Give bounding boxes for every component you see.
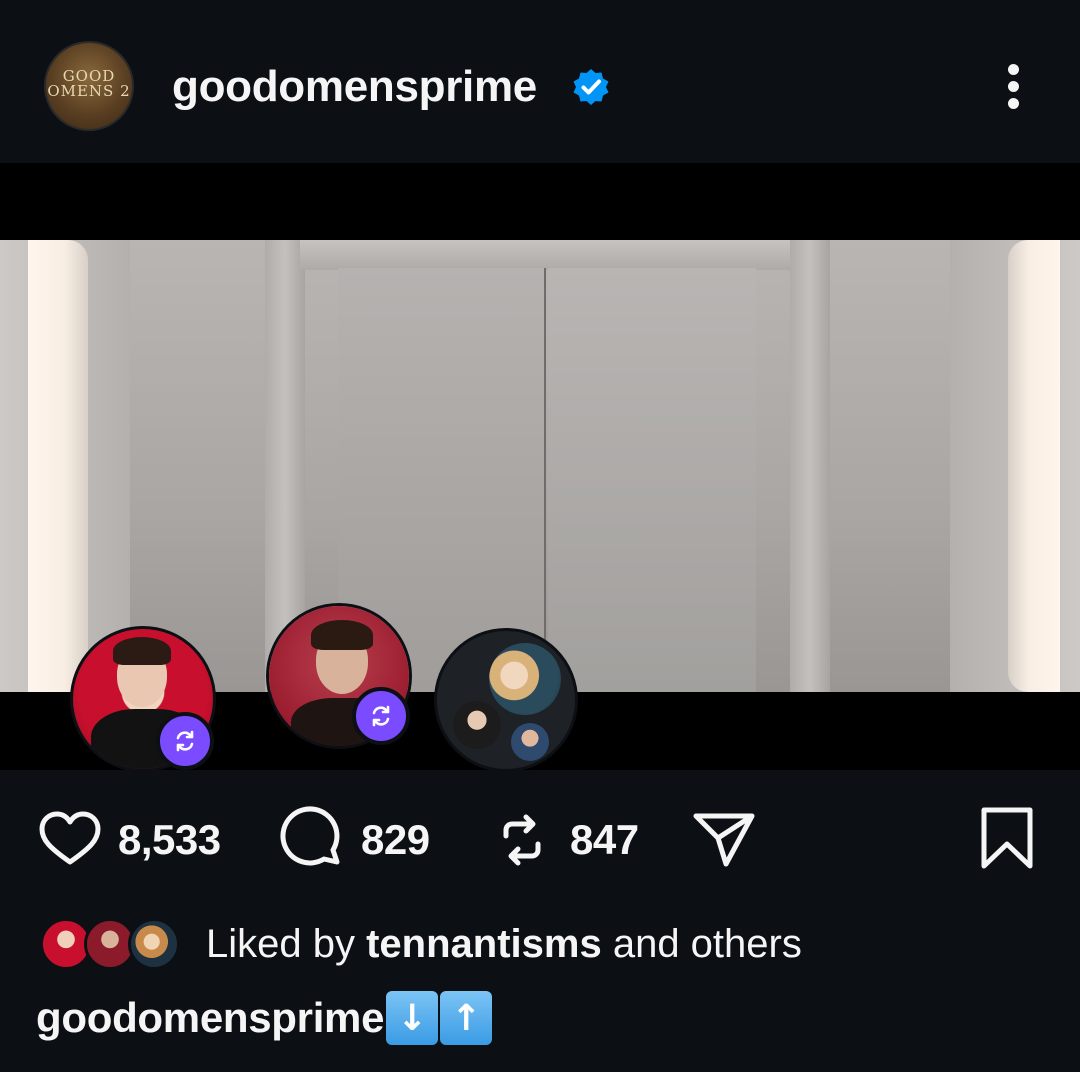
liked-by-prefix: Liked by xyxy=(206,921,367,966)
repost-badge-icon xyxy=(156,712,214,770)
share-icon xyxy=(693,813,755,867)
save-button[interactable] xyxy=(976,804,1038,879)
like-count: 8,533 xyxy=(118,816,221,863)
group-avatar-3 xyxy=(511,723,549,761)
up-arrow-emoji-icon: ↑ xyxy=(440,991,493,1045)
liked-by-row[interactable]: Liked by tennantisms and others xyxy=(40,912,802,976)
down-arrow-emoji-icon: ↓ xyxy=(386,991,439,1045)
repost-button[interactable]: 847 xyxy=(488,810,639,870)
verified-badge-icon xyxy=(573,69,609,105)
avatar-logo-text: GOOD OMENS 2 xyxy=(47,67,131,100)
liked-by-username[interactable]: tennantisms xyxy=(366,922,602,966)
story-avatar-group[interactable] xyxy=(434,628,578,772)
comment-icon xyxy=(280,806,340,866)
comment-button[interactable]: 829 xyxy=(279,806,430,870)
video-frame[interactable] xyxy=(0,240,1080,692)
post-header: GOOD OMENS 2 goodomensprime xyxy=(0,0,1080,163)
group-avatar-1 xyxy=(489,643,561,715)
liked-by-text: Liked by tennantisms and others xyxy=(206,922,802,967)
scene-light-right xyxy=(1008,240,1060,692)
liker-avatar xyxy=(128,918,180,970)
more-options-button[interactable] xyxy=(998,60,1030,112)
comment-count: 829 xyxy=(361,816,430,863)
profile-avatar[interactable]: GOOD OMENS 2 xyxy=(44,41,134,131)
post-caption: goodomensprime ↓ ↑ xyxy=(36,988,493,1048)
post-actions: 8,533 829 847 xyxy=(0,770,1080,900)
caption-username[interactable]: goodomensprime xyxy=(36,994,384,1042)
scene-elevator-door-right xyxy=(548,268,756,692)
group-avatar-2 xyxy=(453,701,501,749)
repost-badge-icon xyxy=(352,687,410,745)
liked-by-suffix[interactable]: and others xyxy=(602,922,802,966)
scene-light-left xyxy=(28,240,88,692)
repost-icon xyxy=(503,814,541,866)
repost-count: 847 xyxy=(570,816,639,863)
like-button[interactable]: 8,533 xyxy=(36,810,221,870)
scene-door-frame xyxy=(300,240,790,270)
share-button[interactable] xyxy=(690,810,758,870)
post-username[interactable]: goodomensprime xyxy=(172,62,537,112)
heart-icon xyxy=(39,811,101,865)
scene-pillar-right xyxy=(790,240,830,692)
post-media[interactable] xyxy=(0,163,1080,772)
liker-facepile xyxy=(40,915,182,973)
bookmark-icon xyxy=(981,807,1033,869)
